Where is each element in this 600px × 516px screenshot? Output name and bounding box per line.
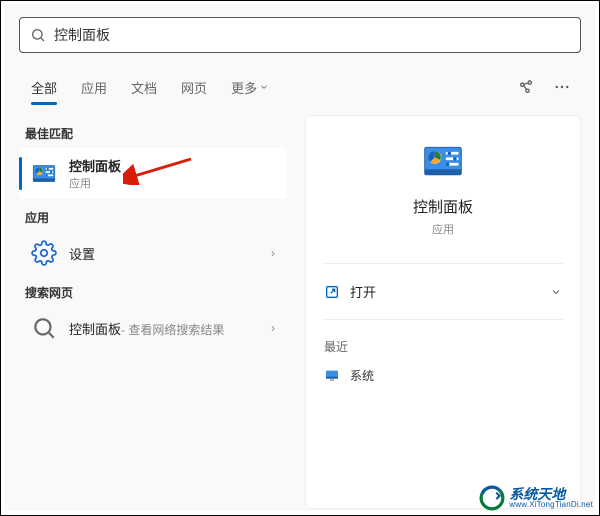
search-icon — [30, 27, 46, 43]
preview-header: 控制面板 应用 — [322, 134, 564, 251]
search-input[interactable] — [54, 27, 570, 43]
tab-documents[interactable]: 文档 — [119, 70, 169, 105]
watermark: 系统天地 www.XiTongTianDi.net — [479, 485, 593, 511]
divider — [322, 319, 564, 320]
chevron-down-icon — [259, 82, 269, 92]
chevron-right-icon: › — [271, 321, 275, 335]
search-panel: 全部 应用 文档 网页 更多 最佳匹配 控制面板 — [5, 5, 595, 511]
control-panel-icon — [31, 161, 57, 187]
section-search-web: 搜索网页 — [19, 274, 287, 307]
result-title: 设置 — [69, 244, 259, 263]
tab-web[interactable]: 网页 — [169, 70, 219, 105]
tab-more-label: 更多 — [231, 78, 257, 97]
divider — [322, 263, 564, 264]
action-open-label: 打开 — [350, 282, 376, 301]
result-texts: 控制面板 应用 — [69, 156, 275, 191]
tab-apps[interactable]: 应用 — [69, 70, 119, 105]
watermark-icon — [479, 485, 505, 511]
result-suffix: - 查看网络搜索结果 — [121, 321, 224, 338]
action-open[interactable]: 打开 — [322, 276, 564, 307]
content-columns: 最佳匹配 控制面板 应用 应用 设置 › 搜索网页 — [19, 115, 581, 509]
section-apps: 应用 — [19, 199, 287, 232]
tab-all[interactable]: 全部 — [19, 70, 69, 105]
chevron-down-icon[interactable] — [550, 286, 562, 298]
result-title: 控制面板 — [69, 156, 275, 175]
result-best-match[interactable]: 控制面板 应用 — [19, 148, 287, 199]
share-icon[interactable] — [515, 76, 537, 98]
recent-item-system[interactable]: 系统 — [322, 363, 564, 388]
watermark-cn: 系统天地 — [509, 487, 593, 501]
recent-item-label: 系统 — [350, 367, 374, 384]
window-frame: 全部 应用 文档 网页 更多 最佳匹配 控制面板 — [0, 0, 600, 516]
section-best-match: 最佳匹配 — [19, 115, 287, 148]
preview-title: 控制面板 — [413, 196, 473, 217]
recent-header: 最近 — [322, 332, 564, 363]
search-icon — [31, 315, 57, 341]
result-web-search[interactable]: 控制面板 - 查看网络搜索结果 › — [19, 307, 287, 349]
preview-pane: 控制面板 应用 打开 最近 系统 — [305, 115, 581, 509]
tab-more[interactable]: 更多 — [219, 70, 281, 105]
tabs-right — [515, 76, 581, 98]
more-icon[interactable] — [551, 76, 573, 98]
search-bar[interactable] — [19, 17, 581, 53]
result-app-settings[interactable]: 设置 › — [19, 232, 287, 274]
control-panel-icon — [421, 140, 465, 184]
results-column: 最佳匹配 控制面板 应用 应用 设置 › 搜索网页 — [19, 115, 287, 509]
tabs-row: 全部 应用 文档 网页 更多 — [19, 69, 581, 105]
chevron-right-icon: › — [271, 246, 275, 260]
preview-subtitle: 应用 — [432, 221, 454, 237]
monitor-icon — [324, 368, 340, 384]
open-icon — [324, 284, 340, 300]
result-title: 控制面板 — [69, 319, 121, 338]
result-subtitle: 应用 — [69, 175, 275, 191]
watermark-en: www.XiTongTianDi.net — [509, 501, 593, 509]
settings-icon — [31, 240, 57, 266]
